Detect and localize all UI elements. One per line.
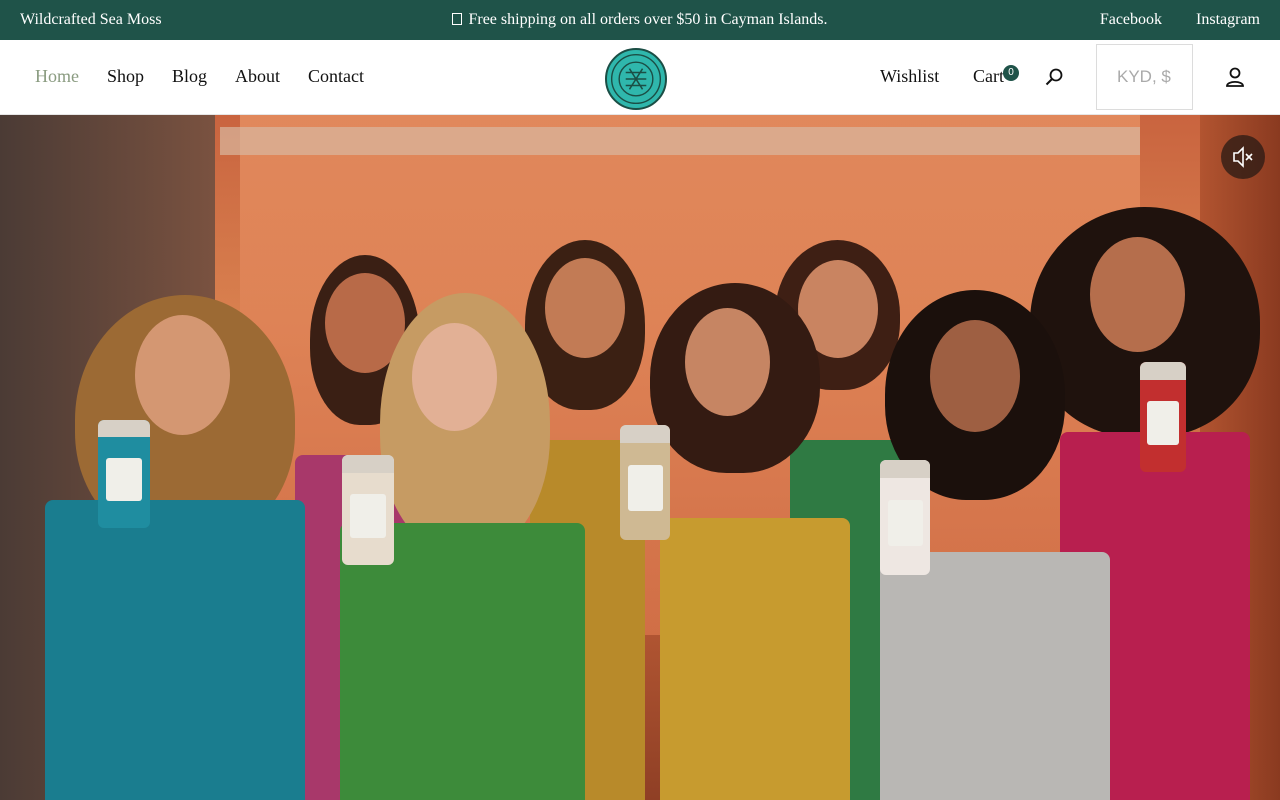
wishlist-link[interactable]: Wishlist	[880, 66, 939, 87]
main-nav: Home Shop Blog About Contact	[35, 66, 364, 87]
model-front-1	[20, 295, 330, 800]
mute-toggle-button[interactable]	[1221, 135, 1265, 179]
speaker-muted-icon	[1233, 146, 1253, 168]
cart-link[interactable]: Cart	[973, 66, 1004, 87]
search-icon[interactable]	[1044, 67, 1064, 87]
logo-emblem-icon	[610, 53, 662, 105]
shipping-message: Free shipping on all orders over $50 in …	[468, 11, 828, 28]
instagram-link[interactable]: Instagram	[1196, 11, 1260, 28]
hero-video	[0, 115, 1280, 800]
model-front-2	[330, 293, 590, 800]
announcement-bar: Wildcrafted Sea Moss Free shipping on al…	[0, 0, 1280, 40]
nav-blog[interactable]: Blog	[172, 66, 207, 87]
model-front-3	[610, 283, 850, 800]
model-front-4	[830, 290, 1160, 800]
brand-tagline: Wildcrafted Sea Moss	[20, 11, 162, 28]
nav-shop[interactable]: Shop	[107, 66, 144, 87]
social-links: Facebook Instagram	[1070, 11, 1260, 29]
nav-about[interactable]: About	[235, 66, 280, 87]
hero-backdrop-pole	[220, 127, 1140, 155]
nav-contact[interactable]: Contact	[308, 66, 364, 87]
announcement-icon	[452, 13, 463, 25]
user-icon[interactable]	[1225, 66, 1245, 88]
brand-logo[interactable]	[605, 48, 667, 110]
cart-count-badge: 0	[1003, 65, 1019, 81]
currency-selector[interactable]: KYD, $	[1096, 44, 1193, 110]
product-jar-blue	[98, 420, 150, 528]
product-jar-gold	[620, 425, 670, 540]
facebook-link[interactable]: Facebook	[1100, 11, 1162, 28]
product-jar-white	[880, 460, 930, 575]
nav-home[interactable]: Home	[35, 66, 79, 87]
site-header: Home Shop Blog About Contact Wishlist Ca…	[0, 40, 1280, 115]
product-jar-cream	[342, 455, 394, 565]
